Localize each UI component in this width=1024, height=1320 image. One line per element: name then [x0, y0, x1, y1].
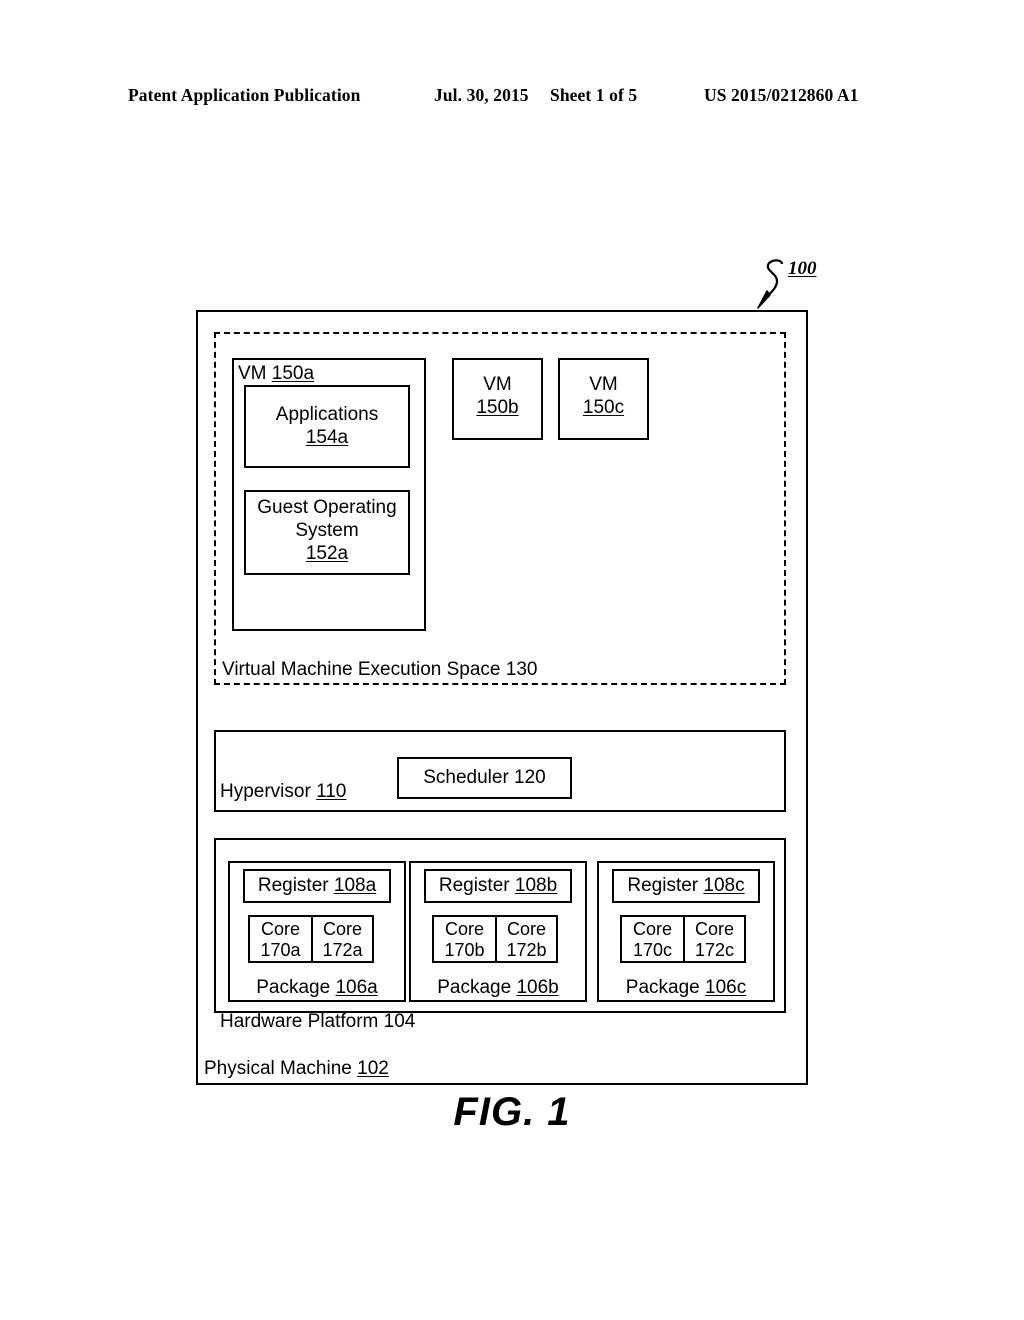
scheduler-label: Scheduler 120 — [423, 767, 546, 788]
core-172c-cell: Core 172c — [683, 917, 744, 961]
header-publication-text: Patent Application Publication — [128, 85, 361, 105]
cores-group-package-106a: Core 170a Core 172a — [248, 915, 374, 963]
package-106a-label: Package 106a — [228, 976, 406, 999]
vm-150a-label: VM 150a — [238, 362, 314, 385]
applications-label: Applications 154a — [244, 403, 410, 449]
core-170a-label-line1: Core — [260, 919, 300, 939]
core-170a-cell: Core 170a — [250, 917, 311, 961]
physical-machine-label: Physical Machine 102 — [204, 1057, 389, 1080]
register-108c-label: Register 108c — [612, 874, 760, 897]
core-172a-cell: Core 172a — [311, 917, 372, 961]
physical-machine-label-text: Physical Machine — [204, 1058, 358, 1079]
package-106c-ref: 106c — [705, 977, 747, 998]
physical-machine-ref: 102 — [357, 1058, 389, 1079]
core-170b-cell: Core 170b — [434, 917, 495, 961]
cores-group-package-106b: Core 170b Core 172b — [432, 915, 558, 963]
package-106a-label-text: Package — [256, 977, 336, 998]
hardware-platform-label: Hardware Platform 104 — [220, 1011, 416, 1032]
core-170a-ref: 170a — [260, 940, 301, 960]
guest-os-label-line2: System — [295, 520, 359, 541]
hypervisor-label: Hypervisor 110 — [220, 780, 346, 803]
patent-page-header: Patent Application Publication Jul. 30, … — [0, 85, 1024, 111]
package-106b-ref: 106b — [516, 977, 559, 998]
applications-ref: 154a — [305, 427, 349, 448]
guest-os-ref: 152a — [305, 543, 349, 564]
package-106c-label: Package 106c — [597, 976, 775, 999]
register-108b-ref: 108b — [514, 875, 558, 896]
core-170c-label-line1: Core — [632, 919, 672, 939]
applications-label-text: Applications — [275, 404, 379, 425]
core-172a-ref: 172a — [322, 940, 363, 960]
hypervisor-ref: 110 — [316, 781, 347, 802]
guest-operating-system-label: Guest Operating System 152a — [244, 496, 410, 565]
register-108a-ref: 108a — [333, 875, 377, 896]
vm-150c-ref: 150c — [582, 397, 625, 418]
package-106b-label-text: Package — [437, 977, 517, 998]
core-172a-label-line1: Core — [322, 919, 362, 939]
vm-150c-label-text: VM — [589, 374, 618, 395]
cores-group-package-106c: Core 170c Core 172c — [620, 915, 746, 963]
register-108b-label: Register 108b — [424, 874, 572, 897]
register-108c-label-text: Register — [627, 875, 704, 896]
vm-150a-label-text: VM — [238, 363, 272, 384]
vm-execution-space-label: Virtual Machine Execution Space 130 — [222, 659, 538, 680]
guest-os-label-line1: Guest Operating — [257, 497, 397, 518]
core-170b-ref: 170b — [444, 940, 485, 960]
figure-caption: FIG. 1 — [453, 1090, 571, 1134]
vm-150b-ref: 150b — [476, 397, 519, 418]
register-108c-ref: 108c — [703, 875, 745, 896]
register-108a-label-text: Register — [257, 875, 334, 896]
vm-150a-ref: 150a — [271, 363, 315, 384]
core-172b-label-line1: Core — [506, 919, 546, 939]
header-patent-number: US 2015/0212860 A1 — [704, 85, 859, 105]
core-172b-ref: 172b — [506, 940, 547, 960]
register-108b-label-text: Register — [438, 875, 515, 896]
core-172c-ref: 172c — [694, 940, 735, 960]
core-170c-cell: Core 170c — [622, 917, 683, 961]
vm-150b-label-text: VM — [483, 374, 512, 395]
core-170c-ref: 170c — [632, 940, 673, 960]
header-sheet-text: Sheet 1 of 5 — [550, 85, 638, 105]
core-170b-label-line1: Core — [444, 919, 484, 939]
package-106c-label-text: Package — [625, 977, 706, 998]
package-106a-ref: 106a — [335, 977, 378, 998]
vm-150b-label: VM 150b — [452, 373, 543, 419]
package-106b-label: Package 106b — [409, 976, 587, 999]
header-date-text: Jul. 30, 2015 — [434, 85, 529, 105]
register-108a-label: Register 108a — [243, 874, 391, 897]
reference-100-label: 100 — [788, 258, 817, 279]
core-172c-label-line1: Core — [694, 919, 734, 939]
vm-150c-label: VM 150c — [558, 373, 649, 419]
core-172b-cell: Core 172b — [495, 917, 556, 961]
hypervisor-label-text: Hypervisor — [220, 781, 317, 802]
